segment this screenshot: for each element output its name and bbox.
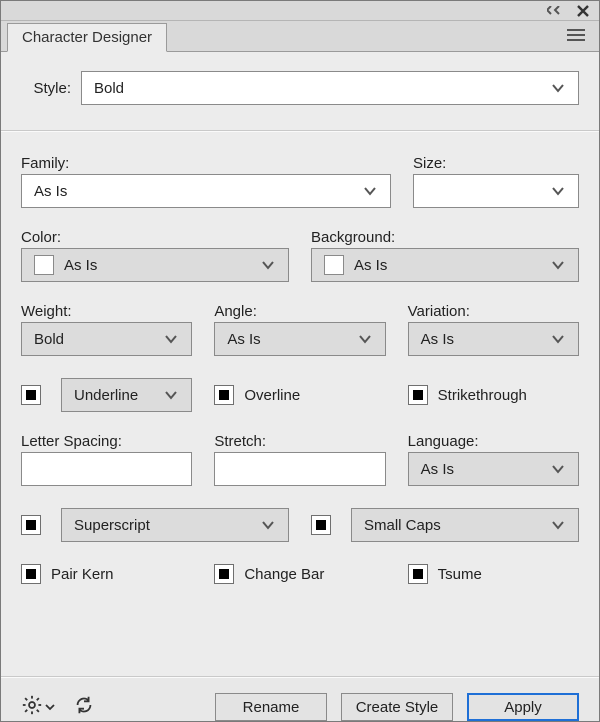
- chevron-down-icon: [550, 461, 566, 477]
- gear-icon: [21, 694, 43, 720]
- panel-menu-icon[interactable]: [565, 27, 587, 47]
- angle-select[interactable]: As Is: [214, 322, 385, 356]
- strikethrough-checkbox[interactable]: [408, 385, 428, 405]
- weight-value: Bold: [34, 331, 163, 348]
- letter-spacing-input[interactable]: [21, 452, 192, 486]
- smallcaps-value: Small Caps: [364, 517, 550, 534]
- family-label: Family:: [21, 155, 69, 172]
- letter-spacing-label: Letter Spacing:: [21, 433, 122, 450]
- size-select[interactable]: [413, 174, 579, 208]
- weight-label: Weight:: [21, 303, 72, 320]
- underline-checkbox[interactable]: [21, 385, 41, 405]
- background-select[interactable]: As Is: [311, 248, 579, 282]
- language-value: As Is: [421, 461, 550, 478]
- smallcaps-select[interactable]: Small Caps: [351, 508, 579, 542]
- background-swatch: [324, 255, 344, 275]
- apply-button[interactable]: Apply: [467, 693, 579, 721]
- style-label: Style:: [21, 80, 71, 97]
- superscript-checkbox[interactable]: [21, 515, 41, 535]
- color-label: Color:: [21, 229, 61, 246]
- character-designer-panel: Character Designer Style: Bold: [0, 0, 600, 722]
- family-select[interactable]: As Is: [21, 174, 391, 208]
- underline-value: Underline: [74, 387, 163, 404]
- rename-button-label: Rename: [243, 699, 300, 716]
- close-icon[interactable]: [577, 5, 589, 17]
- chevron-down-icon: [260, 257, 276, 273]
- angle-value: As Is: [227, 331, 356, 348]
- chevron-down-icon: [550, 183, 566, 199]
- style-select[interactable]: Bold: [81, 71, 579, 105]
- refresh-icon: [73, 694, 95, 720]
- background-value: As Is: [354, 257, 550, 274]
- variation-label: Variation:: [408, 303, 470, 320]
- chevron-down-icon: [550, 80, 566, 96]
- pair-kern-checkbox[interactable]: [21, 564, 41, 584]
- overline-label: Overline: [244, 387, 300, 404]
- change-bar-checkbox[interactable]: [214, 564, 234, 584]
- background-label: Background:: [311, 229, 395, 246]
- collapse-icon[interactable]: [547, 6, 565, 16]
- tab-label: Character Designer: [22, 29, 152, 46]
- stretch-label: Stretch:: [214, 433, 266, 450]
- rename-button[interactable]: Rename: [215, 693, 327, 721]
- stretch-input[interactable]: [214, 452, 385, 486]
- chevron-down-icon: [163, 387, 179, 403]
- tsume-label: Tsume: [438, 566, 482, 583]
- tab-character-designer[interactable]: Character Designer: [7, 23, 167, 52]
- strikethrough-label: Strikethrough: [438, 387, 527, 404]
- family-value: As Is: [34, 183, 362, 200]
- settings-menu-button[interactable]: [21, 694, 55, 720]
- tab-bar: Character Designer: [1, 21, 599, 52]
- overline-checkbox[interactable]: [214, 385, 234, 405]
- chevron-down-icon: [45, 699, 55, 716]
- angle-label: Angle:: [214, 303, 257, 320]
- chevron-down-icon: [260, 517, 276, 533]
- chevron-down-icon: [550, 257, 566, 273]
- style-value: Bold: [94, 80, 124, 97]
- language-select[interactable]: As Is: [408, 452, 579, 486]
- size-label: Size:: [413, 155, 446, 172]
- language-label: Language:: [408, 433, 479, 450]
- superscript-value: Superscript: [74, 517, 260, 534]
- variation-value: As Is: [421, 331, 550, 348]
- tsume-checkbox[interactable]: [408, 564, 428, 584]
- chevron-down-icon: [550, 331, 566, 347]
- color-swatch: [34, 255, 54, 275]
- pair-kern-label: Pair Kern: [51, 566, 114, 583]
- color-select[interactable]: As Is: [21, 248, 289, 282]
- superscript-select[interactable]: Superscript: [61, 508, 289, 542]
- apply-button-label: Apply: [504, 699, 542, 716]
- chevron-down-icon: [163, 331, 179, 347]
- weight-select[interactable]: Bold: [21, 322, 192, 356]
- variation-select[interactable]: As Is: [408, 322, 579, 356]
- chevron-down-icon: [362, 183, 378, 199]
- chevron-down-icon: [357, 331, 373, 347]
- change-bar-label: Change Bar: [244, 566, 324, 583]
- style-row: Style: Bold: [21, 52, 579, 114]
- create-style-button[interactable]: Create Style: [341, 693, 453, 721]
- color-value: As Is: [64, 257, 260, 274]
- refresh-button[interactable]: [73, 694, 95, 720]
- smallcaps-checkbox[interactable]: [311, 515, 331, 535]
- underline-select[interactable]: Underline: [61, 378, 192, 412]
- chevron-down-icon: [550, 517, 566, 533]
- panel-footer: Rename Create Style Apply: [1, 676, 599, 721]
- panel-body: Style: Bold Family: As Is: [1, 52, 599, 676]
- panel-titlebar: [1, 1, 599, 21]
- create-style-button-label: Create Style: [356, 699, 439, 716]
